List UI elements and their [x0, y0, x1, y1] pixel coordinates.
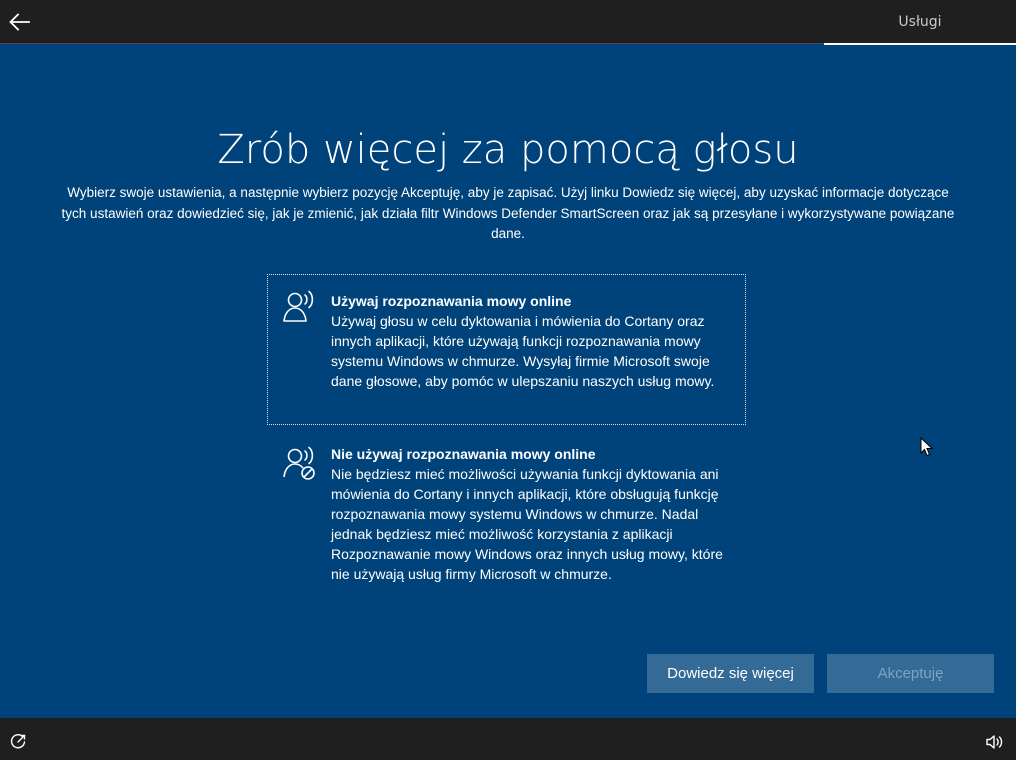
- page-description: Wybierz swoje ustawienia, a następnie wy…: [61, 185, 955, 241]
- option-use-online-speech[interactable]: Używaj rozpoznawania mowy online Używaj …: [267, 274, 746, 425]
- mouse-cursor-icon: [920, 437, 934, 457]
- accept-button[interactable]: Akceptuję: [827, 654, 994, 693]
- top-bar: Usługi: [0, 0, 1016, 45]
- option-dont-use-online-speech[interactable]: Nie używaj rozpoznawania mowy online Nie…: [267, 430, 746, 590]
- back-button[interactable]: [6, 8, 34, 36]
- speech-recognition-icon: [283, 290, 314, 322]
- tab-active-indicator: [824, 43, 1016, 45]
- learn-more-button[interactable]: Dowiedz się więcej: [647, 654, 814, 693]
- back-arrow-icon: [9, 13, 30, 31]
- tab-uslugi[interactable]: Usługi: [824, 0, 1016, 44]
- ease-of-access-icon[interactable]: [8, 732, 28, 752]
- volume-icon[interactable]: [984, 732, 1004, 752]
- option-description: Używaj głosu w celu dyktowania i mówieni…: [331, 313, 715, 389]
- bottom-bar: [0, 718, 1016, 760]
- page-title: Zrób więcej za pomocą głosu: [217, 127, 799, 173]
- option-description: Nie będziesz mieć możliwości używania fu…: [331, 466, 723, 582]
- speech-recognition-off-icon: [283, 446, 315, 480]
- option-title: Używaj rozpoznawania mowy online: [331, 293, 572, 309]
- option-title: Nie używaj rozpoznawania mowy online: [331, 446, 596, 462]
